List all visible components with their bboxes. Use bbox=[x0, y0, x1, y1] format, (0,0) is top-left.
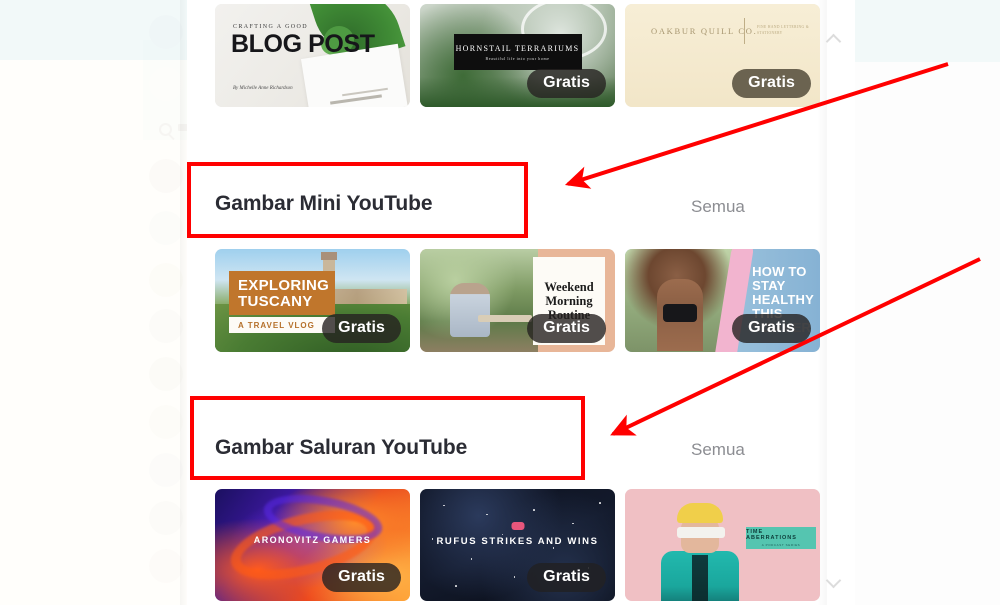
card-headline: BLOG POST bbox=[231, 30, 375, 58]
search-icon bbox=[159, 122, 172, 136]
ghost-thumb bbox=[149, 453, 183, 487]
ghost-thumb bbox=[149, 263, 183, 297]
card-headline-line-3: HEALTHY bbox=[752, 292, 814, 308]
template-card-exploring-tuscany[interactable]: EXPLORING TUSCANY A TRAVEL VLOG Gratis bbox=[215, 249, 410, 352]
price-badge: Gratis bbox=[527, 68, 606, 98]
template-row-blog-graphics: CRAFTING A GOOD BLOG POST By Michelle An… bbox=[215, 4, 1000, 107]
sunglasses-icon bbox=[677, 527, 725, 538]
template-card-blog-post[interactable]: CRAFTING A GOOD BLOG POST By Michelle An… bbox=[215, 4, 410, 107]
card-subline: FINE HAND LETTERING & STATIONERY bbox=[757, 25, 810, 36]
card-headline-line-1: HOW TO bbox=[752, 264, 807, 279]
card-ribbon: A TRAVEL VLOG bbox=[229, 317, 335, 333]
section-title: Gambar Mini YouTube bbox=[215, 192, 433, 215]
ghost-thumb bbox=[149, 549, 183, 583]
ghost-thumb bbox=[149, 159, 183, 193]
table-shape bbox=[478, 315, 532, 322]
price-badge: Gratis bbox=[732, 313, 811, 343]
card-headline: ARONOVITZ GAMERS bbox=[253, 535, 372, 545]
ghost-thumb bbox=[149, 501, 183, 535]
template-row-youtube-channel-art: ARONOVITZ GAMERS Gratis RUFUS STRIKES AN… bbox=[215, 489, 1000, 601]
card-headline: HORNSTAIL TERRARIUMS bbox=[455, 43, 580, 53]
card-byline: By Michelle Anne Richardson bbox=[233, 86, 293, 91]
panel-scrollbar[interactable] bbox=[823, 0, 845, 605]
template-row-youtube-thumbnail: EXPLORING TUSCANY A TRAVEL VLOG Gratis W… bbox=[215, 249, 1000, 352]
see-all-link-youtube-thumbnail[interactable]: Semua bbox=[691, 197, 745, 217]
card-headline: TIME ABERRATIONS bbox=[746, 529, 797, 541]
person-shape bbox=[661, 503, 739, 601]
jacket-shape bbox=[661, 551, 739, 601]
ghost-thumb bbox=[149, 357, 183, 391]
apparel-shape bbox=[663, 304, 697, 322]
gamepad-icon bbox=[511, 522, 524, 530]
template-card-aronovitz-gamers[interactable]: ARONOVITZ GAMERS Gratis bbox=[215, 489, 410, 601]
template-card-time-aberrations[interactable]: TIME ABERRATIONS A PODCAST SERIES bbox=[625, 489, 820, 601]
section-title: Gambar Saluran YouTube bbox=[215, 436, 468, 459]
divider bbox=[744, 18, 745, 44]
card-headline: OAKBUR QUILL CO. bbox=[651, 26, 758, 36]
card-subline: Beautiful life into your home bbox=[485, 55, 550, 61]
card-subline: A TRAVEL VLOG bbox=[238, 320, 315, 330]
template-card-weekend-morning-routine[interactable]: Weekend Morning Routine Gratis bbox=[420, 249, 615, 352]
card-artwork: TIME ABERRATIONS A PODCAST SERIES bbox=[625, 489, 820, 601]
card-text-plate: HORNSTAIL TERRARIUMS Beautiful life into… bbox=[453, 34, 582, 70]
chevron-up-icon[interactable] bbox=[825, 33, 842, 50]
cap-shape bbox=[677, 503, 723, 523]
template-card-rufus-strikes-and-wins[interactable]: RUFUS STRIKES AND WINS Gratis bbox=[420, 489, 615, 601]
person-shape bbox=[450, 283, 490, 337]
card-artwork: CRAFTING A GOOD BLOG POST By Michelle An… bbox=[215, 4, 410, 107]
price-badge: Gratis bbox=[732, 68, 811, 98]
card-text-plate: TIME ABERRATIONS A PODCAST SERIES bbox=[746, 527, 816, 549]
ghost-thumb bbox=[149, 211, 183, 245]
template-card-oakbur-quill-co[interactable]: OAKBUR QUILL CO. FINE HAND LETTERING & S… bbox=[625, 4, 820, 107]
ghost-thumb bbox=[149, 15, 183, 49]
screenshot-root: CRAFTING A GOOD BLOG POST By Michelle An… bbox=[0, 0, 1000, 605]
card-subline: A PODCAST SERIES bbox=[761, 543, 801, 547]
see-all-link-youtube-channel-art[interactable]: Semua bbox=[691, 440, 745, 460]
template-card-how-to-stay-healthy[interactable]: HOW TO STAY HEALTHY THIS SUMMER Gratis bbox=[625, 249, 820, 352]
price-badge: Gratis bbox=[527, 313, 606, 343]
card-headline-line-2: STAY bbox=[752, 278, 786, 294]
card-text-plate: EXPLORING TUSCANY bbox=[229, 271, 335, 315]
ghost-thumb bbox=[149, 405, 183, 439]
card-headline: RUFUS STRIKES AND WINS bbox=[436, 536, 599, 547]
chevron-down-icon[interactable] bbox=[825, 572, 842, 589]
ghost-thumb bbox=[149, 67, 183, 101]
price-badge: Gratis bbox=[322, 313, 401, 343]
template-card-hornstail-terrariums[interactable]: HORNSTAIL TERRARIUMS Beautiful life into… bbox=[420, 4, 615, 107]
ghost-thumb bbox=[149, 309, 183, 343]
price-badge: Gratis bbox=[527, 562, 606, 592]
card-headline: EXPLORING TUSCANY bbox=[238, 277, 330, 311]
price-badge: Gratis bbox=[322, 562, 401, 592]
